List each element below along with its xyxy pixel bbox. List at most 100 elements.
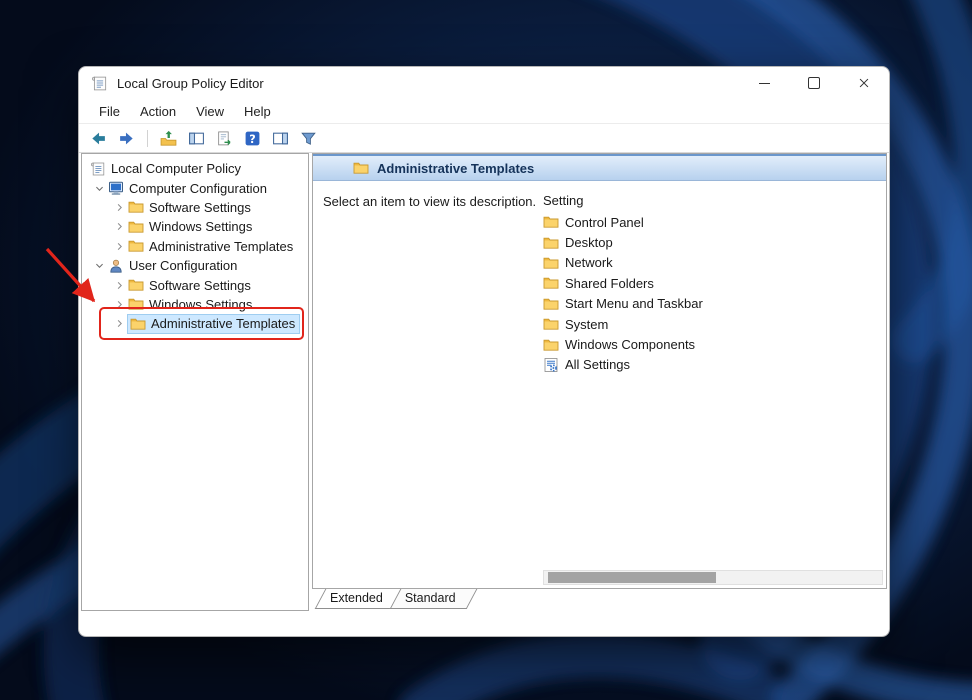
folder-icon — [543, 316, 559, 332]
chevron-right-icon[interactable] — [110, 199, 128, 215]
tree-item-computer-configuration[interactable]: Computer Configuration — [82, 178, 308, 197]
list-item-all-settings[interactable]: All Settings — [543, 355, 876, 375]
details-pane-header: Administrative Templates — [313, 154, 886, 181]
user-icon — [108, 258, 124, 274]
tree-item-label: Administrative Templates — [151, 316, 295, 331]
chevron-right-icon[interactable] — [110, 277, 128, 293]
up-one-level-button[interactable] — [157, 127, 180, 149]
maximize-icon — [808, 77, 820, 89]
show-console-tree-button[interactable] — [185, 127, 208, 149]
folder-icon — [128, 296, 144, 312]
list-item-system[interactable]: System — [543, 314, 876, 334]
list-item-label: Windows Components — [565, 337, 695, 352]
gpedit-icon — [90, 161, 106, 177]
console-tree-pane: Local Computer Policy Computer Configura… — [81, 153, 309, 611]
menu-file[interactable]: File — [89, 102, 130, 121]
list-item-label: System — [565, 317, 608, 332]
list-item-start-menu-and-taskbar[interactable]: Start Menu and Taskbar — [543, 294, 876, 314]
description-text: Select an item to view its description. — [323, 194, 536, 209]
folder-icon — [543, 214, 559, 230]
close-button[interactable] — [839, 67, 889, 99]
show-action-pane-button[interactable] — [269, 127, 292, 149]
settings-list: Setting Control Panel Desktop Network — [543, 190, 876, 375]
tree-item-software-settings-user[interactable]: Software Settings — [82, 275, 308, 294]
tab-standard[interactable]: Standard — [395, 589, 472, 609]
up-one-level-icon — [160, 130, 177, 147]
tree-item-local-computer-policy[interactable]: Local Computer Policy — [82, 159, 308, 178]
chevron-right-icon[interactable] — [110, 316, 128, 332]
list-item-label: Desktop — [565, 235, 613, 250]
tree-item-label: Administrative Templates — [149, 239, 293, 254]
folder-icon — [543, 296, 559, 312]
tree-item-software-settings-computer[interactable]: Software Settings — [82, 198, 308, 217]
list-item-desktop[interactable]: Desktop — [543, 232, 876, 252]
folder-icon — [543, 255, 559, 271]
folder-icon — [128, 199, 144, 215]
export-list-icon — [216, 130, 233, 147]
folder-icon — [128, 219, 144, 235]
minimize-button[interactable] — [739, 67, 789, 99]
list-item-shared-folders[interactable]: Shared Folders — [543, 273, 876, 293]
maximize-button[interactable] — [789, 67, 839, 99]
menu-help[interactable]: Help — [234, 102, 281, 121]
filter-button[interactable] — [297, 127, 320, 149]
scrollbar-thumb[interactable] — [548, 572, 716, 583]
tree-item-label: Windows Settings — [149, 219, 252, 234]
tree-item-administrative-templates-user[interactable]: Administrative Templates — [82, 314, 308, 333]
list-item-windows-components[interactable]: Windows Components — [543, 334, 876, 354]
tree-item-windows-settings-user[interactable]: Windows Settings — [82, 295, 308, 314]
tree-item-label: Software Settings — [149, 200, 251, 215]
forward-icon — [118, 130, 135, 147]
list-item-label: All Settings — [565, 357, 630, 372]
forward-button[interactable] — [115, 127, 138, 149]
show-console-tree-icon — [188, 130, 205, 147]
chevron-right-icon[interactable] — [110, 219, 128, 235]
toolbar — [79, 123, 889, 153]
tree-item-windows-settings-computer[interactable]: Windows Settings — [82, 217, 308, 236]
folder-icon — [353, 160, 369, 176]
list-item-network[interactable]: Network — [543, 253, 876, 273]
close-icon — [857, 76, 871, 90]
list-item-label: Control Panel — [565, 215, 644, 230]
view-tabs: Extended Standard — [312, 589, 887, 611]
list-item-control-panel[interactable]: Control Panel — [543, 212, 876, 232]
all-settings-icon — [543, 357, 559, 373]
gpedit-app-icon — [91, 75, 108, 92]
chevron-down-icon[interactable] — [90, 180, 108, 196]
column-header-setting[interactable]: Setting — [543, 190, 876, 212]
menu-action[interactable]: Action — [130, 102, 186, 121]
toolbar-separator — [147, 130, 148, 147]
help-button[interactable] — [241, 127, 264, 149]
help-icon — [244, 130, 261, 147]
tree-item-label: Windows Settings — [149, 297, 252, 312]
tree-item-user-configuration[interactable]: User Configuration — [82, 256, 308, 275]
title-bar[interactable]: Local Group Policy Editor — [79, 67, 889, 99]
folder-icon — [130, 316, 146, 332]
folder-icon — [543, 275, 559, 291]
folder-icon — [543, 235, 559, 251]
show-action-pane-icon — [272, 130, 289, 147]
selected-tree-item[interactable]: Administrative Templates — [128, 315, 299, 333]
export-list-button[interactable] — [213, 127, 236, 149]
tab-extended[interactable]: Extended — [320, 589, 399, 609]
chevron-right-icon[interactable] — [110, 296, 128, 312]
back-button[interactable] — [87, 127, 110, 149]
gpedit-window: Local Group Policy Editor File Action Vi… — [78, 66, 890, 637]
folder-icon — [543, 337, 559, 353]
list-item-label: Start Menu and Taskbar — [565, 296, 703, 311]
window-title: Local Group Policy Editor — [117, 76, 264, 91]
tree-item-label: User Configuration — [129, 258, 237, 273]
list-item-label: Shared Folders — [565, 276, 654, 291]
back-icon — [90, 130, 107, 147]
details-pane: Administrative Templates Select an item … — [312, 153, 887, 589]
folder-icon — [128, 238, 144, 254]
filter-icon — [300, 130, 317, 147]
chevron-down-icon[interactable] — [90, 258, 108, 274]
menu-bar: File Action View Help — [79, 99, 889, 123]
menu-view[interactable]: View — [186, 102, 234, 121]
chevron-right-icon[interactable] — [110, 238, 128, 254]
tree-item-label: Local Computer Policy — [111, 161, 241, 176]
horizontal-scrollbar[interactable] — [543, 570, 883, 585]
computer-icon — [108, 180, 124, 196]
tree-item-administrative-templates-computer[interactable]: Administrative Templates — [82, 237, 308, 256]
